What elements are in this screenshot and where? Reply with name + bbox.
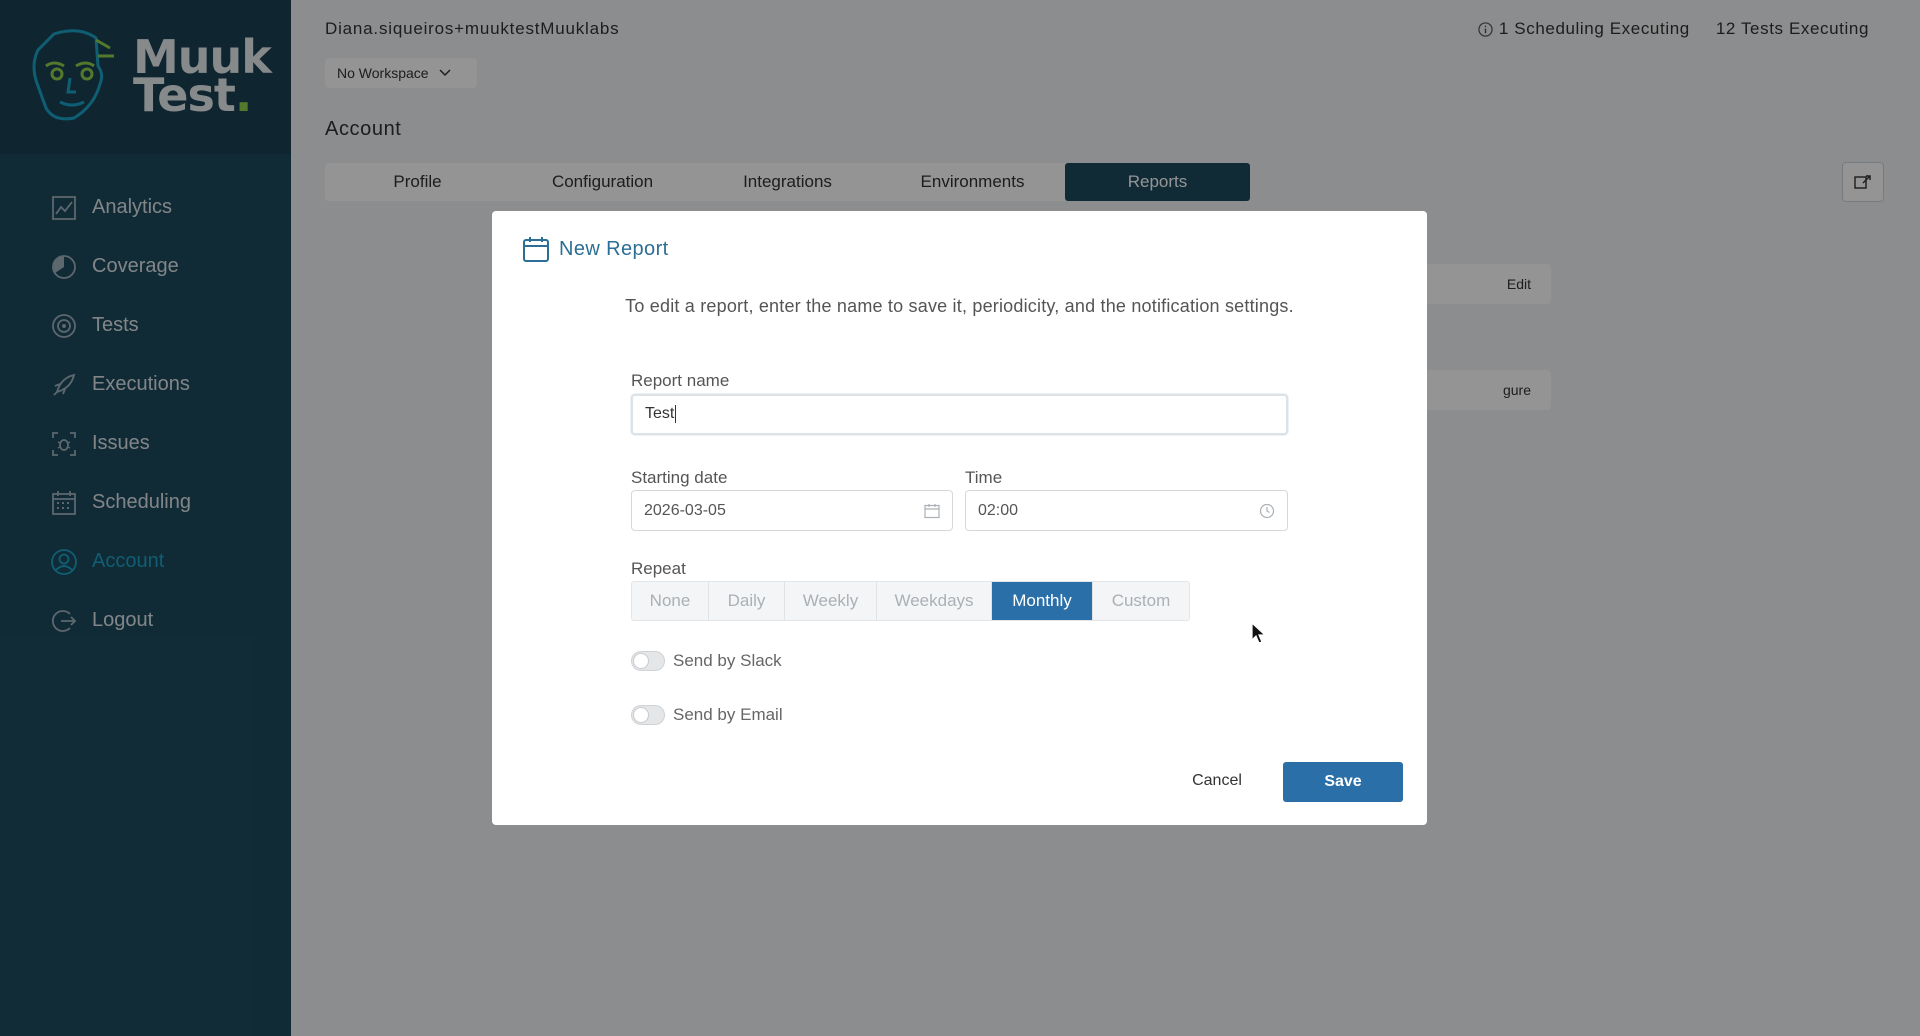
time-label: Time (965, 468, 1003, 487)
starting-date-label: Starting date (631, 468, 728, 487)
repeat-weekly-option[interactable]: Weekly (785, 582, 877, 620)
report-name-value: Test (645, 405, 675, 423)
starting-date-value: 2026-03-05 (644, 501, 726, 519)
cancel-button[interactable]: Cancel (1174, 762, 1260, 800)
mouse-cursor-icon (1251, 622, 1267, 644)
repeat-none-option[interactable]: None (632, 582, 709, 620)
time-input[interactable]: 02:00 (965, 490, 1288, 531)
send-by-email-row: Send by Email (631, 705, 783, 725)
starting-date-input[interactable]: 2026-03-05 (631, 490, 953, 531)
toggle-knob (633, 653, 649, 669)
repeat-selector: None Daily Weekly Weekdays Monthly Custo… (631, 581, 1190, 621)
send-by-email-toggle[interactable] (631, 705, 665, 725)
toggle-knob (633, 707, 649, 723)
repeat-custom-option[interactable]: Custom (1093, 582, 1189, 620)
repeat-weekdays-option[interactable]: Weekdays (877, 582, 992, 620)
send-by-slack-row: Send by Slack (631, 651, 782, 671)
calendar-icon (924, 503, 940, 518)
new-report-modal: New Report To edit a report, enter the n… (492, 211, 1427, 825)
repeat-daily-option[interactable]: Daily (709, 582, 785, 620)
clock-icon (1259, 503, 1275, 518)
repeat-monthly-option[interactable]: Monthly (992, 582, 1093, 620)
send-by-slack-label: Send by Slack (673, 651, 782, 670)
modal-description: To edit a report, enter the name to save… (625, 296, 1294, 316)
repeat-label: Repeat (631, 559, 686, 578)
report-name-label: Report name (631, 371, 730, 390)
send-by-slack-toggle[interactable] (631, 651, 665, 671)
report-name-input[interactable]: Test (631, 394, 1288, 435)
time-value: 02:00 (978, 501, 1019, 519)
text-caret (675, 405, 677, 424)
send-by-email-label: Send by Email (673, 705, 783, 724)
calendar-icon (523, 237, 549, 262)
modal-title-text: New Report (559, 237, 669, 260)
modal-title: New Report (522, 235, 669, 263)
save-button[interactable]: Save (1283, 762, 1403, 802)
